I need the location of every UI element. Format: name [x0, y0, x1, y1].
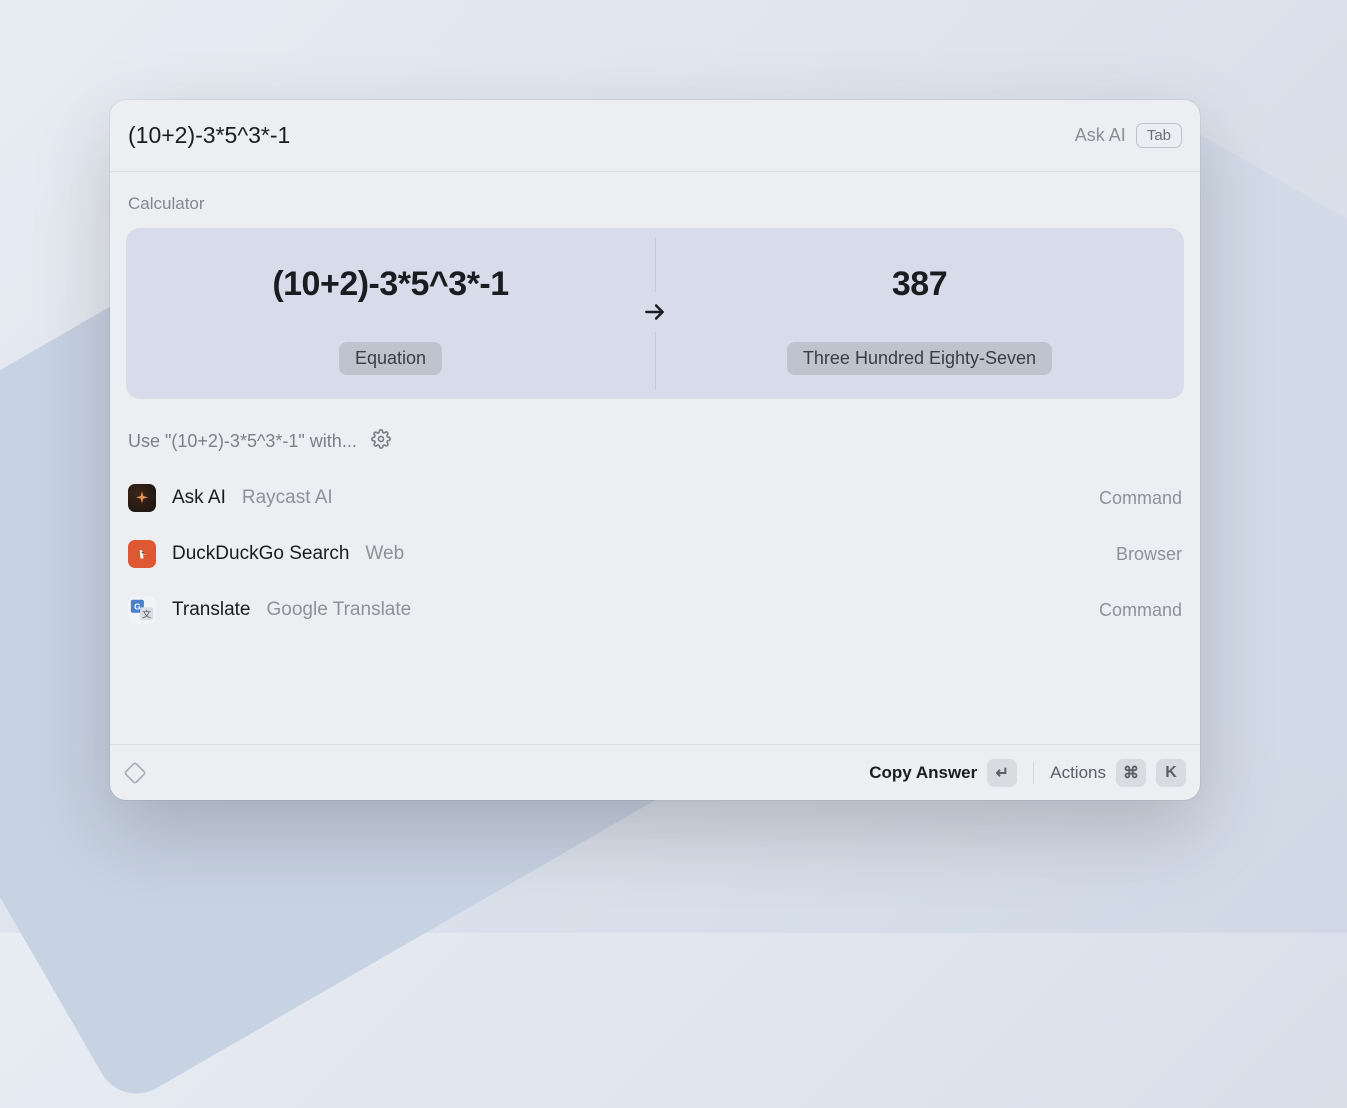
footer: Copy Answer ↵ Actions ⌘ K	[110, 744, 1200, 800]
calculator-result: 387	[892, 265, 947, 304]
list-item-duckduckgo[interactable]: DuckDuckGo Search Web Browser	[110, 526, 1200, 582]
calculator-section-label: Calculator	[110, 172, 1200, 228]
ask-ai-hint[interactable]: Ask AI Tab	[1075, 123, 1182, 148]
svg-text:G: G	[134, 602, 141, 612]
search-bar: Ask AI Tab	[110, 100, 1200, 172]
list-item-subtitle: Web	[365, 543, 404, 565]
content-area: Calculator (10+2)-3*5^3*-1 Equation 387 …	[110, 172, 1200, 744]
raycast-window: Ask AI Tab Calculator (10+2)-3*5^3*-1 Eq…	[110, 100, 1200, 800]
calculator-result-side: 387 Three Hundred Eighty-Seven	[655, 260, 1184, 375]
ask-ai-label: Ask AI	[1075, 125, 1126, 146]
gear-icon[interactable]	[371, 429, 391, 454]
ask-ai-icon	[128, 484, 156, 512]
list-item-translate[interactable]: G文 Translate Google Translate Command	[110, 582, 1200, 638]
copy-answer-action[interactable]: Copy Answer ↵	[869, 759, 1017, 787]
use-with-label: Use "(10+2)-3*5^3*-1" with...	[128, 431, 357, 452]
enter-key-badge: ↵	[987, 759, 1017, 787]
list-item-type: Command	[1099, 600, 1182, 621]
search-input[interactable]	[128, 122, 1075, 149]
list-item-subtitle: Google Translate	[267, 599, 412, 621]
k-key-badge: K	[1156, 759, 1186, 787]
use-with-section: Use "(10+2)-3*5^3*-1" with...	[110, 415, 1200, 470]
result-badge: Three Hundred Eighty-Seven	[787, 342, 1052, 375]
list-item-title: Translate	[172, 599, 251, 621]
footer-divider	[1033, 762, 1034, 784]
actions-label: Actions	[1050, 763, 1106, 783]
footer-app-icon[interactable]	[124, 762, 859, 784]
copy-answer-label: Copy Answer	[869, 763, 977, 783]
calculator-equation: (10+2)-3*5^3*-1	[272, 265, 508, 304]
list-item-title: DuckDuckGo Search	[172, 543, 349, 565]
cmd-key-badge: ⌘	[1116, 759, 1146, 787]
list-item-type: Browser	[1116, 544, 1182, 565]
list-item-subtitle: Raycast AI	[242, 487, 333, 509]
list-item-title: Ask AI	[172, 487, 226, 509]
calculator-equation-side: (10+2)-3*5^3*-1 Equation	[126, 260, 655, 375]
translate-icon: G文	[128, 596, 156, 624]
equation-badge: Equation	[339, 342, 442, 375]
duckduckgo-icon	[128, 540, 156, 568]
list-item-ask-ai[interactable]: Ask AI Raycast AI Command	[110, 470, 1200, 526]
tab-key-badge: Tab	[1136, 123, 1182, 148]
list-item-type: Command	[1099, 488, 1182, 509]
actions-menu-button[interactable]: Actions ⌘ K	[1050, 759, 1186, 787]
arrow-right-icon	[635, 292, 675, 332]
svg-text:文: 文	[142, 608, 151, 619]
calculator-result-card[interactable]: (10+2)-3*5^3*-1 Equation 387 Three Hundr…	[126, 228, 1184, 399]
